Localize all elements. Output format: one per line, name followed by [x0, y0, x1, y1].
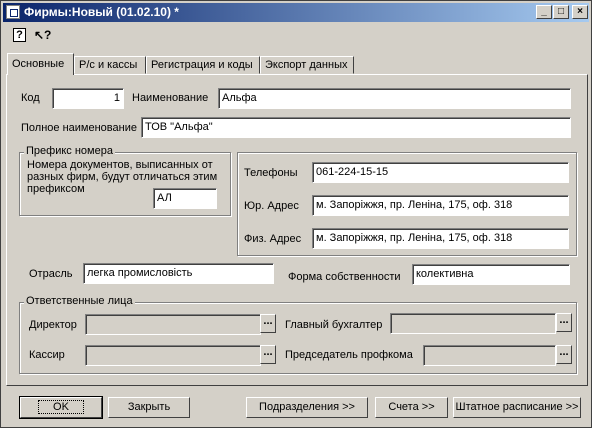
director-label: Директор [29, 319, 77, 331]
fullname-field[interactable]: ТОВ "Альфа" [141, 117, 571, 138]
chief-accountant-field[interactable] [390, 313, 556, 334]
tab-export[interactable]: Экспорт данных [260, 56, 354, 74]
tab-accounts[interactable]: Р/с и кассы [74, 56, 146, 74]
cashier-lookup-button[interactable]: ... [260, 345, 276, 364]
maximize-icon: □ [557, 6, 565, 17]
departments-button[interactable]: Подразделения >> [246, 397, 368, 418]
whats-this-icon[interactable]: ↖? [34, 28, 51, 44]
prefix-group: Префикс номера Номера документов, выписа… [19, 145, 231, 216]
chief-accountant-label: Главный бухгалтер [285, 319, 383, 331]
window-title: Фирмы:Новый (01.02.10) * [24, 5, 179, 19]
union-chair-lookup-button[interactable]: ... [556, 345, 572, 364]
prefix-field[interactable]: АЛ [153, 188, 217, 209]
union-chair-field[interactable] [423, 345, 556, 366]
name-label: Наименование [132, 92, 209, 104]
ownership-label: Форма собственности [288, 271, 401, 283]
legal-address-field[interactable]: м. Запоріжжя, пр. Леніна, 175, оф. 318 [312, 195, 569, 216]
staff-schedule-button[interactable]: Штатное расписание >> [453, 397, 581, 418]
physical-address-field[interactable]: м. Запоріжжя, пр. Леніна, 175, оф. 318 [312, 228, 569, 249]
cashier-label: Кассир [29, 349, 65, 361]
tab-main[interactable]: Основные [7, 53, 74, 75]
phones-field[interactable]: 061-224-15-15 [312, 162, 569, 183]
tab-registration[interactable]: Регистрация и коды [146, 56, 260, 74]
phones-label: Телефоны [244, 167, 298, 179]
dialog-window: Фирмы:Новый (01.02.10) * _ □ × ? ↖? Осно… [0, 0, 592, 428]
code-label: Код [21, 92, 40, 104]
code-field[interactable]: 1 [52, 88, 124, 109]
legal-address-label: Юр. Адрес [244, 200, 299, 212]
prefix-group-title: Префикс номера [24, 145, 115, 157]
minimize-button[interactable]: _ [536, 5, 552, 19]
accounts-button[interactable]: Счета >> [375, 397, 448, 418]
title-bar[interactable]: Фирмы:Новый (01.02.10) * _ □ × [3, 3, 589, 22]
director-lookup-button[interactable]: ... [260, 314, 276, 333]
help-icon[interactable]: ? [13, 28, 26, 42]
industry-field[interactable]: легка промисловість [83, 263, 274, 284]
minimize-icon: _ [541, 6, 547, 17]
responsible-group-title: Ответственные лица [24, 295, 135, 307]
name-field[interactable]: Альфа [218, 88, 571, 109]
ok-button[interactable]: OK [19, 396, 103, 419]
close-icon: × [577, 6, 583, 17]
union-chair-label: Председатель профкома [285, 349, 413, 361]
chief-accountant-lookup-button[interactable]: ... [556, 313, 572, 332]
ok-button-label: OK [38, 400, 84, 414]
physical-address-label: Физ. Адрес [244, 233, 302, 245]
maximize-button[interactable]: □ [553, 5, 569, 19]
ownership-field[interactable]: колективна [412, 264, 570, 285]
app-icon [6, 5, 20, 19]
cashier-field[interactable] [85, 345, 261, 366]
close-dialog-button[interactable]: Закрыть [108, 397, 190, 418]
close-button[interactable]: × [572, 5, 588, 19]
director-field[interactable] [85, 314, 261, 335]
industry-label: Отрасль [29, 268, 73, 280]
fullname-label: Полное наименование [21, 122, 137, 134]
